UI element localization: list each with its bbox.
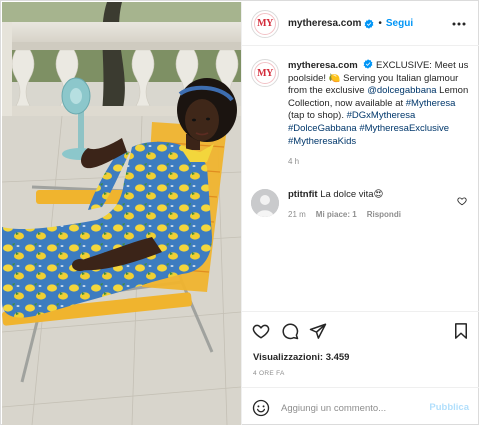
- bookmark-icon[interactable]: [452, 322, 470, 340]
- post-photo[interactable]: [2, 2, 241, 425]
- header-separator: •: [378, 18, 382, 29]
- post-caption: MY mytheresa.com EXCLUSIVE: Meet us pool…: [251, 59, 476, 169]
- comment-body: ptitnfit La dolce vita😍 21 m Mi piace: 1…: [288, 189, 458, 221]
- post-date[interactable]: 4 ORE FA: [253, 370, 285, 377]
- comment-meta: 21 m Mi piace: 1 Rispondi: [288, 209, 458, 222]
- caption-text: mytheresa.com EXCLUSIVE: Meet us poolsid…: [288, 59, 474, 169]
- post-sidebar: MY mytheresa.com • Segui MY mytheresa.co…: [241, 2, 479, 425]
- author-avatar[interactable]: MY: [251, 9, 279, 38]
- verified-badge-icon: [364, 18, 374, 29]
- avatar-ring: [254, 12, 276, 35]
- comment-text: La dolce vita😍: [320, 189, 384, 200]
- post-dialog: MY mytheresa.com • Segui MY mytheresa.co…: [0, 0, 479, 425]
- photo-illustration: [2, 2, 241, 425]
- share-icon[interactable]: [309, 322, 327, 340]
- hashtag-link[interactable]: #DolceGabbana: [288, 123, 357, 134]
- caption-segment: 🍋: [328, 72, 341, 84]
- views-value: 3.459: [325, 352, 350, 363]
- caption-author-avatar[interactable]: MY: [251, 59, 279, 87]
- comment-icon[interactable]: [281, 322, 299, 340]
- comment-likes[interactable]: Mi piace: 1: [316, 209, 357, 222]
- post-header: MY mytheresa.com • Segui: [242, 2, 479, 46]
- publish-button[interactable]: Pubblica: [429, 402, 469, 413]
- hashtag-link[interactable]: #Mytheresa: [406, 98, 456, 109]
- caption-timestamp[interactable]: 4 h: [288, 156, 474, 169]
- reply-button[interactable]: Rispondi: [367, 209, 401, 222]
- hashtag-link[interactable]: #MytheresaExclusive: [359, 123, 449, 134]
- comment-time[interactable]: 21 m: [288, 209, 306, 222]
- comment-input[interactable]: [281, 399, 426, 417]
- comment-like-heart-icon[interactable]: [457, 196, 467, 206]
- caption-username[interactable]: mytheresa.com: [288, 60, 358, 71]
- comment-composer: Pubblica: [242, 387, 479, 425]
- caption-segment: (tap to shop).: [288, 110, 347, 122]
- commenter-username[interactable]: ptitnfit: [288, 189, 318, 200]
- views-count[interactable]: Visualizzazioni: 3.459: [253, 352, 349, 363]
- comment-item: ptitnfit La dolce vita😍 21 m Mi piace: 1…: [251, 189, 476, 221]
- follow-button[interactable]: Segui: [386, 18, 413, 29]
- views-label: Visualizzazioni:: [253, 352, 324, 363]
- author-username[interactable]: mytheresa.com: [288, 18, 361, 29]
- commenter-photo: [251, 189, 279, 217]
- emoji-icon[interactable]: [252, 399, 270, 417]
- hashtag-link[interactable]: #DGxMytheresa: [347, 110, 416, 121]
- avatar-ring: [254, 62, 276, 84]
- verified-badge-icon: [363, 59, 373, 69]
- hashtag-link[interactable]: #MytheresaKids: [288, 136, 356, 147]
- more-options-icon[interactable]: [451, 17, 467, 31]
- action-bar: [242, 311, 479, 349]
- comments-section: MY mytheresa.com EXCLUSIVE: Meet us pool…: [242, 46, 479, 310]
- caption-message: EXCLUSIVE: Meet us poolside! 🍋 Serving y…: [288, 60, 468, 147]
- mention-link[interactable]: @dolcegabbana: [367, 85, 436, 96]
- commenter-avatar[interactable]: [251, 189, 279, 217]
- heart-icon[interactable]: [252, 322, 270, 340]
